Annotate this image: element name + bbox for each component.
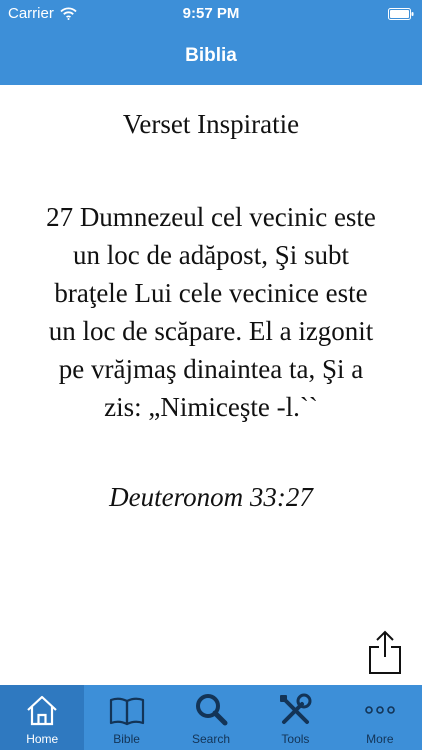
- tab-home-label: Home: [26, 732, 59, 746]
- nav-title: Biblia: [185, 45, 237, 66]
- verse-heading: Verset Inspiratie: [122, 109, 300, 139]
- verse-text: 27 Dumnezeul cel vecinic este un loc de …: [46, 202, 376, 422]
- share-icon[interactable]: [367, 629, 403, 675]
- tab-search[interactable]: Search: [169, 685, 253, 750]
- status-bar: Carrier 9:57 PM: [0, 0, 422, 28]
- home-icon: [27, 695, 57, 726]
- tab-more-label: More: [366, 732, 394, 746]
- verse-reference: Deuteronom 33:27: [109, 482, 313, 512]
- top-bar: Carrier 9:57 PM Biblia: [0, 0, 422, 85]
- tab-more[interactable]: More: [338, 685, 422, 750]
- tools-icon: [280, 693, 312, 724]
- tab-tools[interactable]: Tools: [253, 685, 337, 750]
- tab-tools-label: Tools: [281, 732, 310, 746]
- search-icon: [196, 694, 228, 726]
- tab-home[interactable]: Home: [0, 685, 85, 750]
- tab-bar: Home Bible Search Tools More: [0, 685, 422, 750]
- book-icon: [109, 697, 144, 726]
- verse-panel: Verset Inspiratie 27 Dumnezeul cel vecin…: [0, 85, 422, 685]
- status-time: 9:57 PM: [182, 5, 240, 22]
- tab-search-label: Search: [192, 732, 231, 746]
- tab-bible-label: Bible: [113, 732, 140, 746]
- more-icon: [365, 706, 395, 714]
- tab-bible[interactable]: Bible: [84, 685, 168, 750]
- battery-icon: [388, 8, 414, 20]
